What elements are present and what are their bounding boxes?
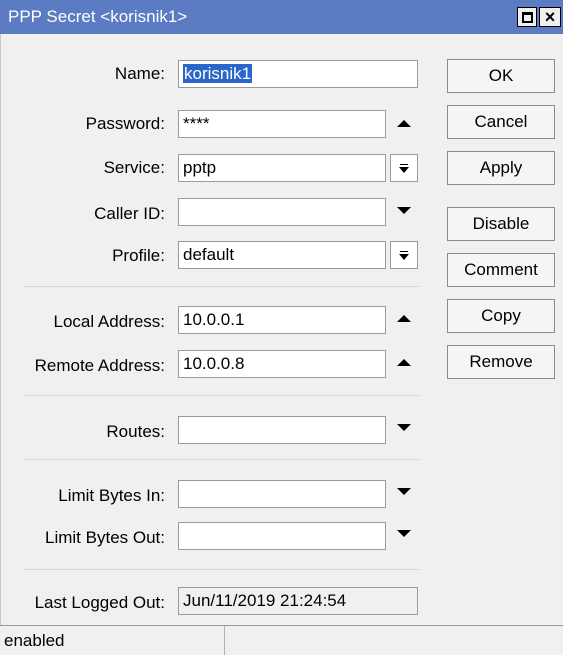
expand-down-icon[interactable] [397, 530, 411, 537]
caller-id-label: Caller ID: [94, 204, 165, 223]
remove-button[interactable]: Remove [447, 345, 555, 379]
last-logged-out-value: Jun/11/2019 21:24:54 [178, 587, 418, 615]
separator [23, 395, 419, 396]
name-label: Name: [114, 64, 165, 83]
close-button[interactable]: × [539, 7, 561, 27]
maximize-icon [521, 11, 533, 23]
apply-button[interactable]: Apply [447, 151, 555, 185]
profile-label: Profile: [112, 246, 165, 265]
profile-dropdown-button[interactable] [390, 241, 418, 269]
limit-bytes-out-field[interactable] [178, 522, 386, 550]
window-title: PPP Secret <korisnik1> [8, 7, 188, 26]
password-field[interactable]: **** [178, 110, 386, 138]
copy-button[interactable]: Copy [447, 299, 555, 333]
local-address-label: Local Address: [53, 312, 165, 331]
service-select[interactable]: pptp [178, 154, 386, 182]
remote-address-label: Remote Address: [34, 356, 165, 375]
routes-label: Routes: [106, 422, 165, 441]
expand-down-icon[interactable] [397, 424, 411, 431]
service-label: Service: [103, 158, 165, 177]
remote-address-field[interactable]: 10.0.0.8 [178, 350, 386, 378]
profile-select[interactable]: default [178, 241, 386, 269]
name-field[interactable]: korisnik1 [178, 60, 418, 88]
service-dropdown-button[interactable] [390, 154, 418, 182]
collapse-up-icon[interactable] [397, 315, 411, 322]
separator [23, 459, 419, 460]
routes-field[interactable] [178, 416, 386, 444]
dropdown-icon [399, 250, 409, 260]
separator [23, 286, 419, 287]
dropdown-icon [399, 163, 409, 173]
disable-button[interactable]: Disable [447, 207, 555, 241]
limit-bytes-out-label: Limit Bytes Out: [45, 528, 165, 547]
separator [23, 569, 419, 570]
ok-button[interactable]: OK [447, 59, 555, 93]
cancel-button[interactable]: Cancel [447, 105, 555, 139]
caller-id-field[interactable] [178, 198, 386, 226]
close-icon: × [544, 6, 556, 27]
password-label: Password: [85, 114, 165, 133]
name-value: korisnik1 [183, 64, 253, 83]
maximize-button[interactable] [517, 7, 537, 27]
last-logged-out-label: Last Logged Out: [34, 593, 165, 612]
collapse-up-icon[interactable] [397, 120, 411, 127]
status-text: enabled [0, 626, 225, 655]
limit-bytes-in-label: Limit Bytes In: [58, 486, 165, 505]
status-bar: enabled [0, 625, 563, 655]
title-bar: PPP Secret <korisnik1> × [0, 0, 563, 34]
dialog-body: Name: korisnik1 Password: **** Service: … [0, 34, 563, 625]
local-address-field[interactable]: 10.0.0.1 [178, 306, 386, 334]
collapse-up-icon[interactable] [397, 359, 411, 366]
limit-bytes-in-field[interactable] [178, 480, 386, 508]
expand-down-icon[interactable] [397, 207, 411, 214]
expand-down-icon[interactable] [397, 488, 411, 495]
comment-button[interactable]: Comment [447, 253, 555, 287]
